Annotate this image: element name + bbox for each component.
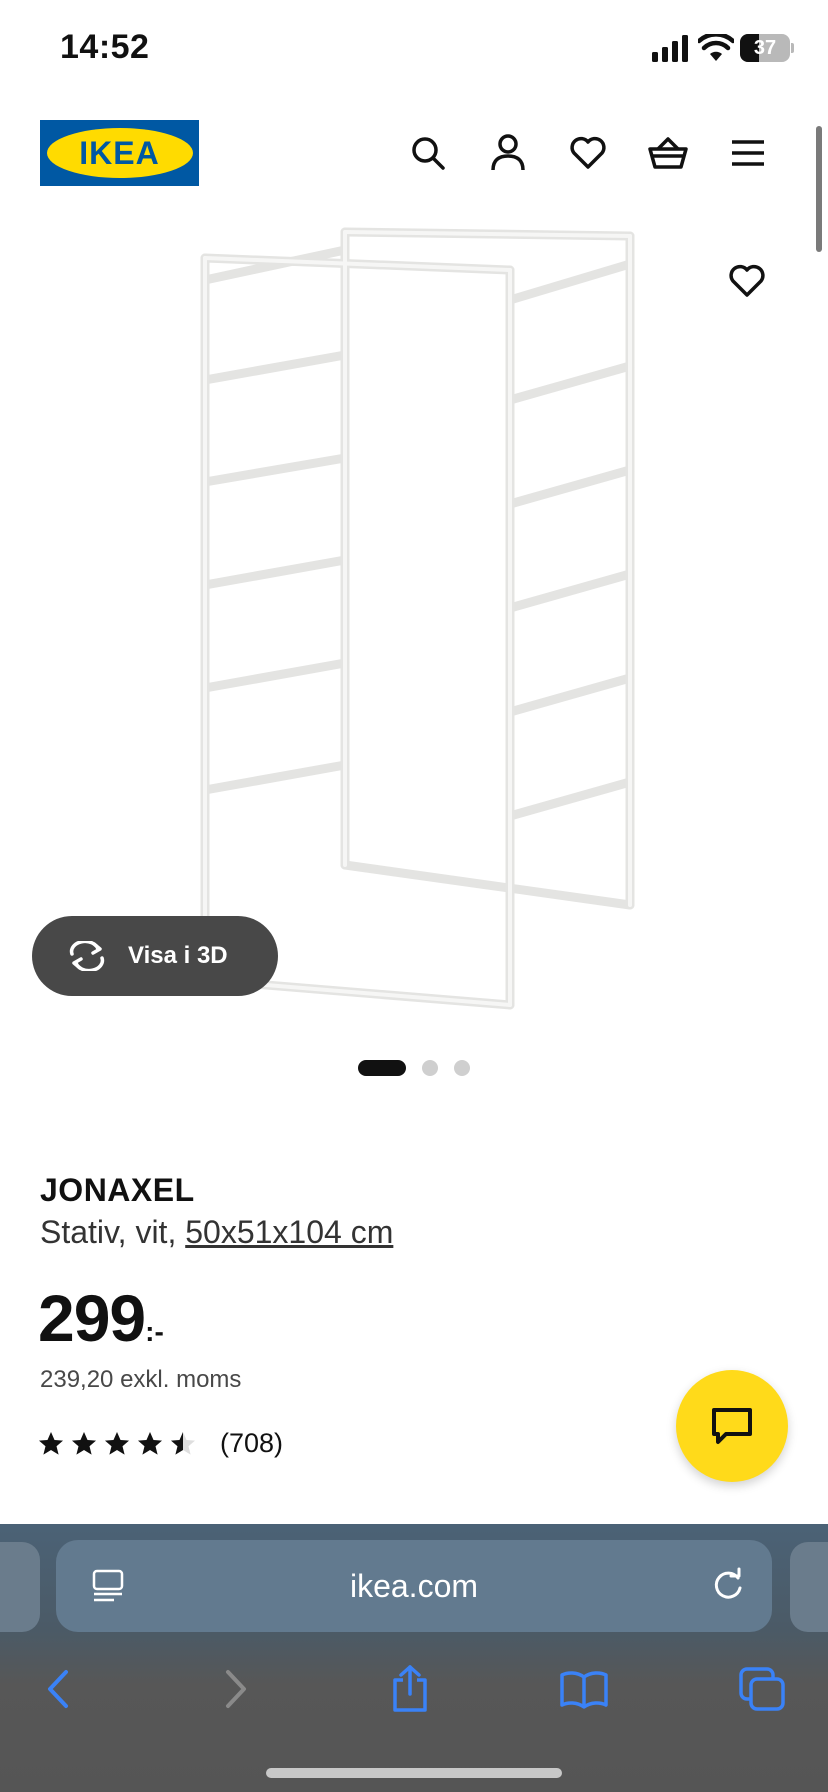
view-in-3d-button[interactable]: Visa i 3D — [32, 916, 278, 996]
star-icon — [72, 1432, 96, 1455]
view-in-3d-label: Visa i 3D — [128, 942, 228, 969]
product-description: Stativ, vit, 50x51x104 cm — [40, 1214, 393, 1251]
price-excl-vat: 239,20 exkl. moms — [40, 1366, 242, 1393]
browser-toolbar: ikea.com — [0, 1524, 828, 1792]
gallery-dot[interactable] — [454, 1060, 470, 1076]
rating-stars — [38, 1431, 196, 1456]
battery-icon: 37 — [740, 34, 794, 62]
chat-icon — [712, 1408, 752, 1444]
gallery-dot[interactable] — [358, 1060, 406, 1076]
product-rating[interactable]: (708) — [38, 1428, 283, 1459]
bookmarks-icon[interactable] — [554, 1654, 614, 1724]
heart-icon[interactable] — [565, 130, 611, 176]
review-count: (708) — [220, 1428, 284, 1458]
url-text: ikea.com — [349, 1567, 479, 1604]
star-icon — [105, 1432, 129, 1455]
star-icon — [138, 1432, 162, 1455]
product-type: Stativ, vit, — [40, 1214, 186, 1250]
next-tab-preview[interactable] — [790, 1542, 828, 1632]
signal-icon — [652, 35, 688, 62]
star-icon — [171, 1432, 195, 1455]
heart-icon — [729, 264, 765, 297]
basket-icon[interactable] — [645, 130, 691, 176]
product-size-link[interactable]: 50x51x104 cm — [185, 1214, 393, 1250]
chat-button[interactable] — [676, 1370, 788, 1482]
product-image[interactable] — [180, 220, 650, 1020]
status-bar: 14:52 37 — [0, 0, 828, 100]
forward-icon[interactable] — [206, 1654, 266, 1724]
previous-tab-preview[interactable] — [0, 1542, 40, 1632]
search-icon[interactable] — [405, 130, 451, 176]
price-value: 299 — [38, 1281, 146, 1355]
battery-level: 37 — [753, 37, 777, 59]
back-icon[interactable] — [28, 1654, 88, 1724]
home-indicator[interactable] — [266, 1768, 562, 1778]
address-bar[interactable]: ikea.com — [56, 1540, 772, 1632]
logo-text: IKEA — [79, 134, 160, 171]
account-icon[interactable] — [485, 130, 531, 176]
ikea-logo[interactable]: IKEA — [40, 120, 199, 186]
status-time: 14:52 — [60, 28, 150, 66]
reader-icon[interactable] — [90, 1568, 126, 1604]
product-price: 299 :- — [38, 1280, 164, 1356]
product-name: JONAXEL — [40, 1172, 195, 1208]
reload-icon[interactable] — [708, 1566, 748, 1606]
star-icon — [39, 1432, 63, 1455]
price-suffix: :- — [145, 1316, 164, 1347]
wifi-icon — [698, 34, 734, 61]
share-icon[interactable] — [380, 1654, 440, 1724]
gallery-dot[interactable] — [422, 1060, 438, 1076]
tabs-icon[interactable] — [732, 1654, 792, 1724]
save-to-favourites-button[interactable] — [724, 258, 770, 304]
browser-nav-row — [0, 1654, 828, 1724]
page-scrollbar[interactable] — [816, 126, 822, 252]
menu-icon[interactable] — [725, 130, 771, 176]
rotate-3d-icon — [69, 941, 105, 971]
